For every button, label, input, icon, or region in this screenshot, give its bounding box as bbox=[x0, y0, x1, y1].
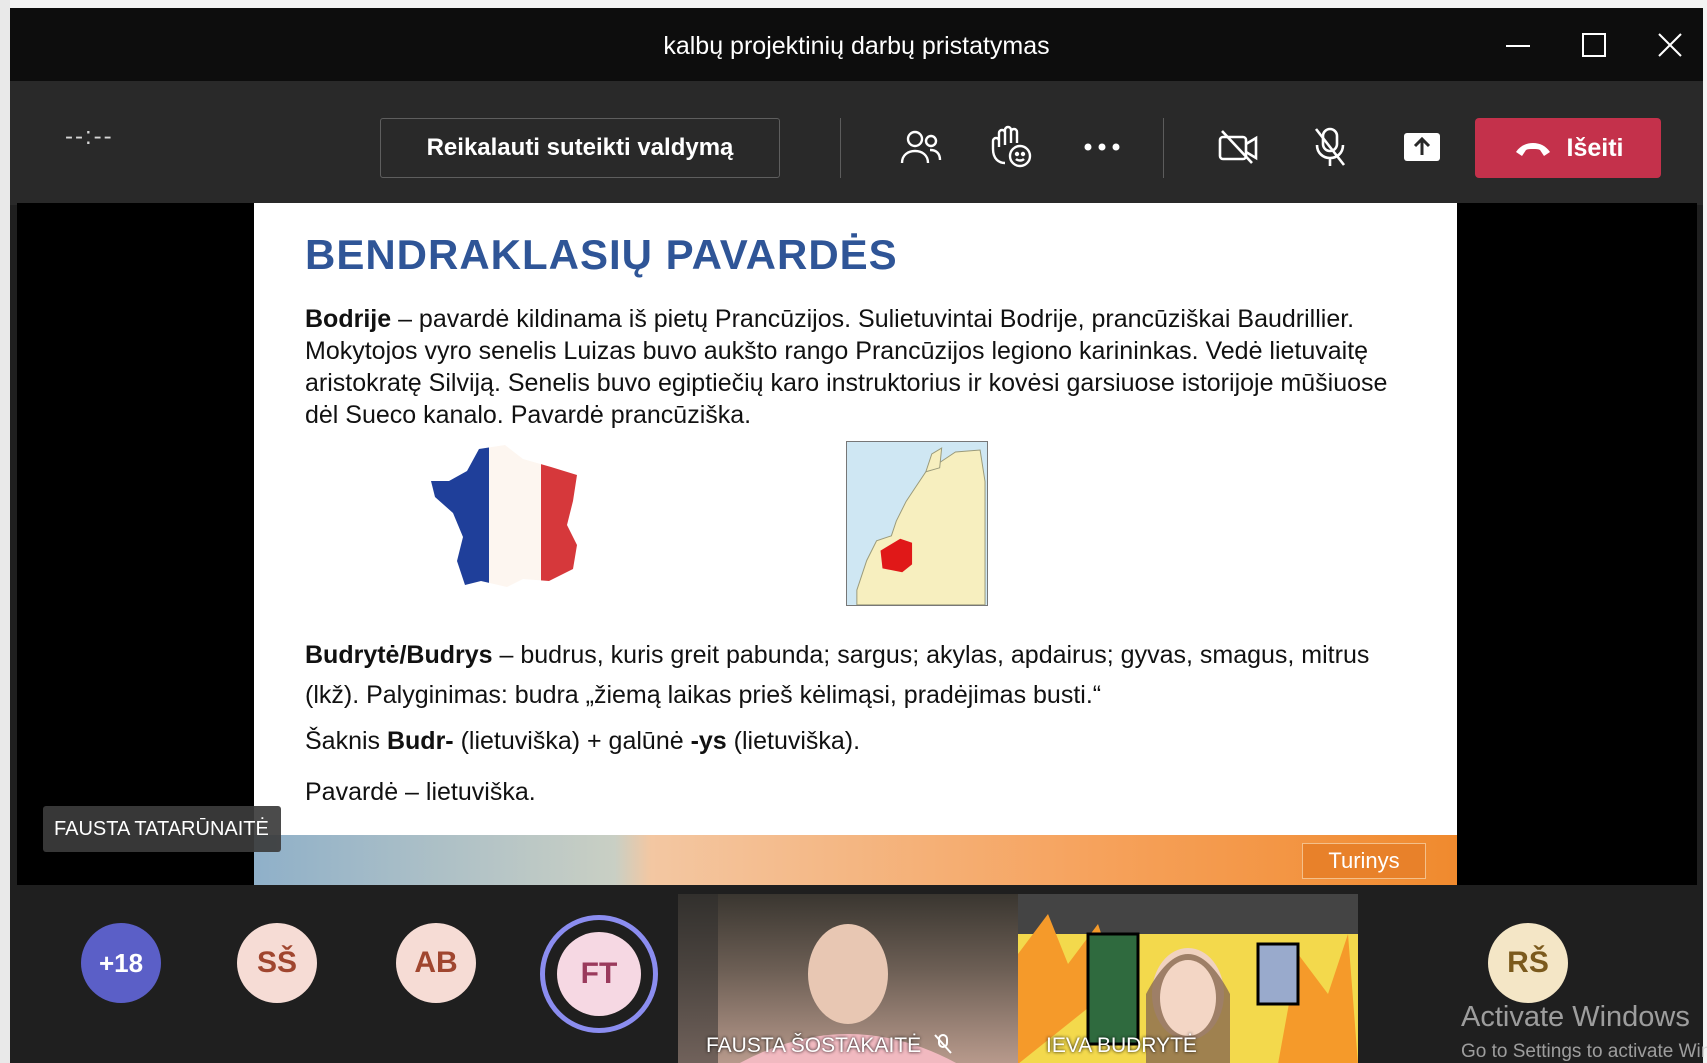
slide-paragraph-root: Šaknis Budr- (lietuviška) + galūnė -ys (… bbox=[305, 725, 860, 757]
participants-icon[interactable] bbox=[895, 119, 947, 175]
more-participants-badge[interactable]: +18 bbox=[81, 923, 161, 1003]
term-ending: -ys bbox=[690, 727, 727, 755]
share-screen-icon[interactable] bbox=[1396, 119, 1448, 175]
maximize-button[interactable] bbox=[1574, 28, 1614, 64]
toolbar-divider bbox=[1163, 118, 1164, 178]
raise-hand-icon[interactable] bbox=[985, 119, 1037, 175]
participant-video-tile[interactable]: IEVA BUDRYTĖ bbox=[1018, 894, 1358, 1063]
meeting-timer: --:-- bbox=[65, 123, 114, 150]
toolbar-divider bbox=[840, 118, 841, 178]
close-button[interactable] bbox=[1650, 28, 1690, 64]
background-window-edge bbox=[0, 0, 10, 1063]
camera-off-icon[interactable] bbox=[1212, 119, 1264, 175]
term-budryte: Budrytė/Budrys bbox=[305, 641, 493, 669]
participant-name: FAUSTA ŠOSTAKAITĖ bbox=[706, 1034, 922, 1057]
phone-hangup-icon bbox=[1515, 143, 1550, 156]
participant-name: IEVA BUDRYTĖ bbox=[1046, 1034, 1197, 1057]
slide-footer-bar: Turinys bbox=[254, 835, 1457, 885]
shared-content-stage: BENDRAKLASIŲ PAVARDĖS Bodrije – pavardė … bbox=[17, 203, 1697, 885]
minimize-button[interactable] bbox=[1498, 28, 1538, 64]
title-bar: kalbų projektinių darbų pristatymas bbox=[10, 8, 1703, 81]
microphone-off-icon[interactable] bbox=[1304, 119, 1356, 175]
teams-meeting-window: kalbų projektinių darbų pristatymas --:-… bbox=[10, 8, 1703, 1063]
participant-avatar[interactable]: AB bbox=[396, 923, 476, 1003]
window-title: kalbų projektinių darbų pristatymas bbox=[663, 32, 1050, 60]
request-control-button[interactable]: Reikalauti suteikti valdymą bbox=[380, 118, 780, 178]
france-flag-map-image bbox=[431, 445, 577, 587]
text-fragment: (lietuviška) + galūnė bbox=[453, 727, 691, 755]
participant-avatar[interactable]: RŠ bbox=[1488, 923, 1568, 1003]
text-fragment: Šaknis bbox=[305, 727, 387, 755]
participant-avatar[interactable]: FT bbox=[557, 932, 641, 1016]
more-options-icon[interactable] bbox=[1076, 119, 1128, 175]
slide-paragraph-budryte: Budrytė/Budrys – budrus, kuris greit pab… bbox=[305, 635, 1415, 715]
term-bodrije: Bodrije bbox=[305, 305, 392, 333]
slide-paragraph-conclusion: Pavardė – lietuviška. bbox=[305, 778, 536, 806]
presenter-name-label: FAUSTA TATARŪNAITĖ bbox=[43, 806, 281, 852]
term-root: Budr- bbox=[386, 727, 454, 755]
presentation-slide: BENDRAKLASIŲ PAVARDĖS Bodrije – pavardė … bbox=[254, 203, 1457, 885]
leave-button[interactable]: Išeiti bbox=[1475, 118, 1661, 178]
europe-map-image bbox=[846, 441, 988, 606]
participant-video-tile[interactable]: FAUSTA ŠOSTAKAITĖ bbox=[678, 894, 1018, 1063]
slide-title: BENDRAKLASIŲ PAVARDĖS bbox=[305, 231, 898, 278]
slide-paragraph-bodrije: Bodrije – pavardė kildinama iš pietų Pra… bbox=[305, 303, 1415, 431]
activation-watermark: Activate Windows bbox=[1461, 1001, 1690, 1033]
participants-strip: +18 SŠ AB FT FAUSTA ŠOSTAKAITĖ IEVA BUDR… bbox=[10, 885, 1703, 1063]
participant-avatar[interactable]: SŠ bbox=[237, 923, 317, 1003]
text-fragment: (lietuviška). bbox=[726, 727, 861, 755]
muted-mic-icon bbox=[934, 1034, 952, 1054]
leave-label: Išeiti bbox=[1566, 133, 1624, 162]
meeting-toolbar: --:-- Reikalauti suteikti valdymą Išeiti bbox=[10, 81, 1703, 205]
paragraph-text: – pavardė kildinama iš pietų Prancūzijos… bbox=[305, 305, 1388, 429]
activation-watermark-subtext: Go to Settings to activate Windows. bbox=[1461, 1041, 1707, 1062]
turinys-button[interactable]: Turinys bbox=[1302, 843, 1426, 879]
